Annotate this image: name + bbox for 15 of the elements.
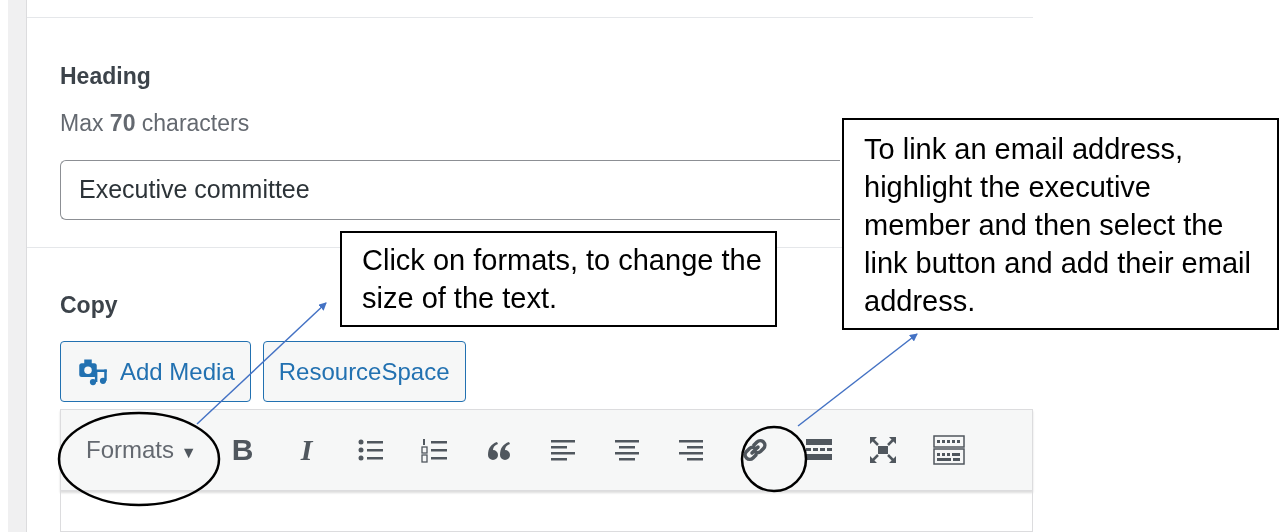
fullscreen-icon[interactable] [868, 436, 897, 464]
field-hint: Max 70 characters [60, 109, 250, 137]
bold-button[interactable]: B [228, 433, 257, 467]
add-media-button[interactable]: Add Media [60, 341, 251, 402]
formats-dropdown[interactable]: Formats ▼ [86, 436, 197, 464]
field-label: Heading [60, 61, 151, 91]
highlight-ellipse [740, 425, 808, 493]
field-label: Copy [60, 291, 118, 320]
italic-button[interactable]: I [292, 433, 321, 467]
media-button[interactable]: ResourceSpace [262, 341, 466, 402]
numbered-list-icon[interactable] [420, 436, 449, 464]
keyboard-icon[interactable] [932, 434, 965, 466]
callout-text: To link an email address, highlight the executive member and then select the link button and add their email address. [842, 118, 1279, 330]
heading-input-field[interactable]: Executive committee [60, 159, 840, 220]
callout-text: Click on formats, to change the size of the text. [340, 231, 777, 327]
